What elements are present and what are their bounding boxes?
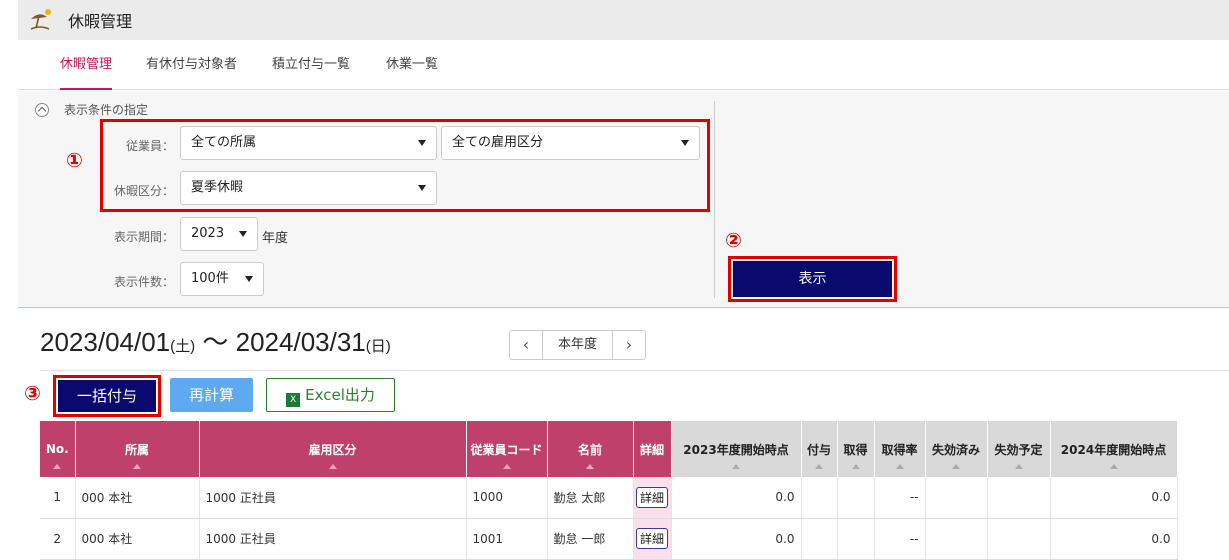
cell-start-2024: 0.0 [1050,477,1178,519]
period-start: 2023/04/01 [40,327,171,357]
cell-department: 000 本社 [75,477,200,519]
cell-employee-code: 1001 [466,518,548,560]
year-select[interactable]: 2023 [180,217,258,251]
period-end-dow: (日) [365,338,391,355]
cell-start-2023: 0.0 [671,518,802,560]
cell-to-expire [987,518,1051,560]
cell-detail: 詳細 [633,477,672,519]
col-header-rate[interactable]: 取得率 [874,421,926,477]
detail-button[interactable]: 詳細 [635,528,668,549]
cell-department: 000 本社 [75,518,200,560]
chevron-down-icon [239,231,247,237]
col-header-start-2024[interactable]: 2024年度開始時点 [1050,421,1178,477]
period-range: 2023/04/01(土) ～ 2024/03/31(日) [40,322,391,359]
count-select[interactable]: 100件 [180,262,264,296]
period-start-dow: (土) [170,338,196,355]
period-label: 表示期間： [113,230,174,244]
sort-icon [895,464,904,469]
cell-taken [837,477,875,519]
cell-detail: 詳細 [633,518,672,560]
excel-icon: X [286,393,301,407]
sort-icon [328,464,337,469]
recalculate-button[interactable]: 再計算 [170,378,253,412]
chevron-left-icon[interactable]: ‹ [510,331,542,359]
year-suffix: 年度 [262,231,289,246]
bulk-grant-button[interactable]: 一括付与 [58,380,156,412]
year-select-value: 2023 [191,226,225,241]
tab-accumulated-grants[interactable]: 積立付与一覧 [272,40,350,90]
col-header-name[interactable]: 名前 [547,421,634,477]
cell-employee-code: 1000 [466,477,548,519]
sort-icon [133,464,141,469]
col-header-no[interactable]: No. [40,421,76,477]
cell-no: 2 [40,518,76,560]
annotation-number-3: ③ [24,381,41,405]
toolbar-divider [40,370,1229,371]
filter-divider [714,101,715,298]
collapse-icon[interactable] [35,103,49,117]
period-tilde: ～ [202,327,229,357]
cell-name: 勤怠 太郎 [547,477,634,519]
detail-button[interactable]: 詳細 [635,486,668,508]
cell-taken [837,518,875,560]
cell-expired [925,518,988,560]
cell-name: 勤怠 一郎 [547,518,634,560]
tab-leave-management[interactable]: 休暇管理 [60,40,113,90]
col-header-department[interactable]: 所属 [75,421,200,477]
col-header-taken[interactable]: 取得 [837,421,875,477]
annotation-number-2: ② [725,228,742,252]
cell-employment-type: 1000 正社員 [199,518,467,560]
cell-grant [801,518,838,560]
chevron-right-icon[interactable]: › [613,331,645,359]
sort-icon [1014,464,1023,469]
tab-paid-leave-targets[interactable]: 有休付与対象者 [146,40,237,90]
leave-table: No. 所属 雇用区分 従業員コード 名前 詳細 2023年度開始時点 付与 取… [40,421,1178,560]
period-pager: ‹ 本年度 › [509,330,646,360]
period-end: 2024/03/31 [235,327,366,357]
sort-icon [732,464,740,469]
beach-umbrella-icon [30,9,51,30]
cell-grant [801,477,838,519]
table-row: 1 000 本社 1000 正社員 1000 勤怠 太郎 詳細 0.0 -- 0… [40,477,1178,519]
cell-rate: -- [874,477,926,519]
table-row: 2 000 本社 1000 正社員 1001 勤怠 一郎 詳細 0.0 -- 0… [40,518,1178,560]
count-select-value: 100件 [191,271,229,286]
count-label: 表示件数： [113,275,174,289]
col-header-start-2023[interactable]: 2023年度開始時点 [671,421,802,477]
col-header-employee-code[interactable]: 従業員コード [466,421,548,477]
show-button[interactable]: 表示 [733,261,892,297]
excel-export-button[interactable]: X Excel出力 [266,378,395,412]
sort-icon [815,464,823,469]
chevron-down-icon [245,276,253,282]
page-title: 休暇管理 [68,12,133,31]
tab-bar: 休暇管理 有休付与対象者 積立付与一覧 休業一覧 [18,40,1229,90]
sort-icon [586,464,594,469]
app-header: 休暇管理 [18,0,1229,40]
sort-icon [502,464,511,469]
current-year-button[interactable]: 本年度 [542,331,613,359]
cell-rate: -- [874,518,926,560]
cell-to-expire [987,477,1051,519]
col-header-employment-type[interactable]: 雇用区分 [199,421,467,477]
cell-start-2024: 0.0 [1050,518,1178,560]
tab-absence-list[interactable]: 休業一覧 [386,40,438,90]
col-header-detail: 詳細 [633,421,672,477]
filter-title: 表示条件の指定 [64,103,149,117]
sort-icon [53,464,62,469]
cell-start-2023: 0.0 [671,477,802,519]
sort-icon [1109,464,1118,469]
excel-export-label: Excel出力 [305,386,375,404]
table-header-row: No. 所属 雇用区分 従業員コード 名前 詳細 2023年度開始時点 付与 取… [40,421,1178,477]
col-header-grant[interactable]: 付与 [801,421,838,477]
annotation-box-1 [100,119,710,212]
sort-icon [851,464,860,469]
annotation-number-1: ① [66,148,83,172]
col-header-to-expire[interactable]: 失効予定 [987,421,1051,477]
col-header-expired[interactable]: 失効済み [925,421,988,477]
sort-icon [952,464,960,469]
cell-no: 1 [40,477,76,519]
cell-expired [925,477,988,519]
cell-employment-type: 1000 正社員 [199,477,467,519]
